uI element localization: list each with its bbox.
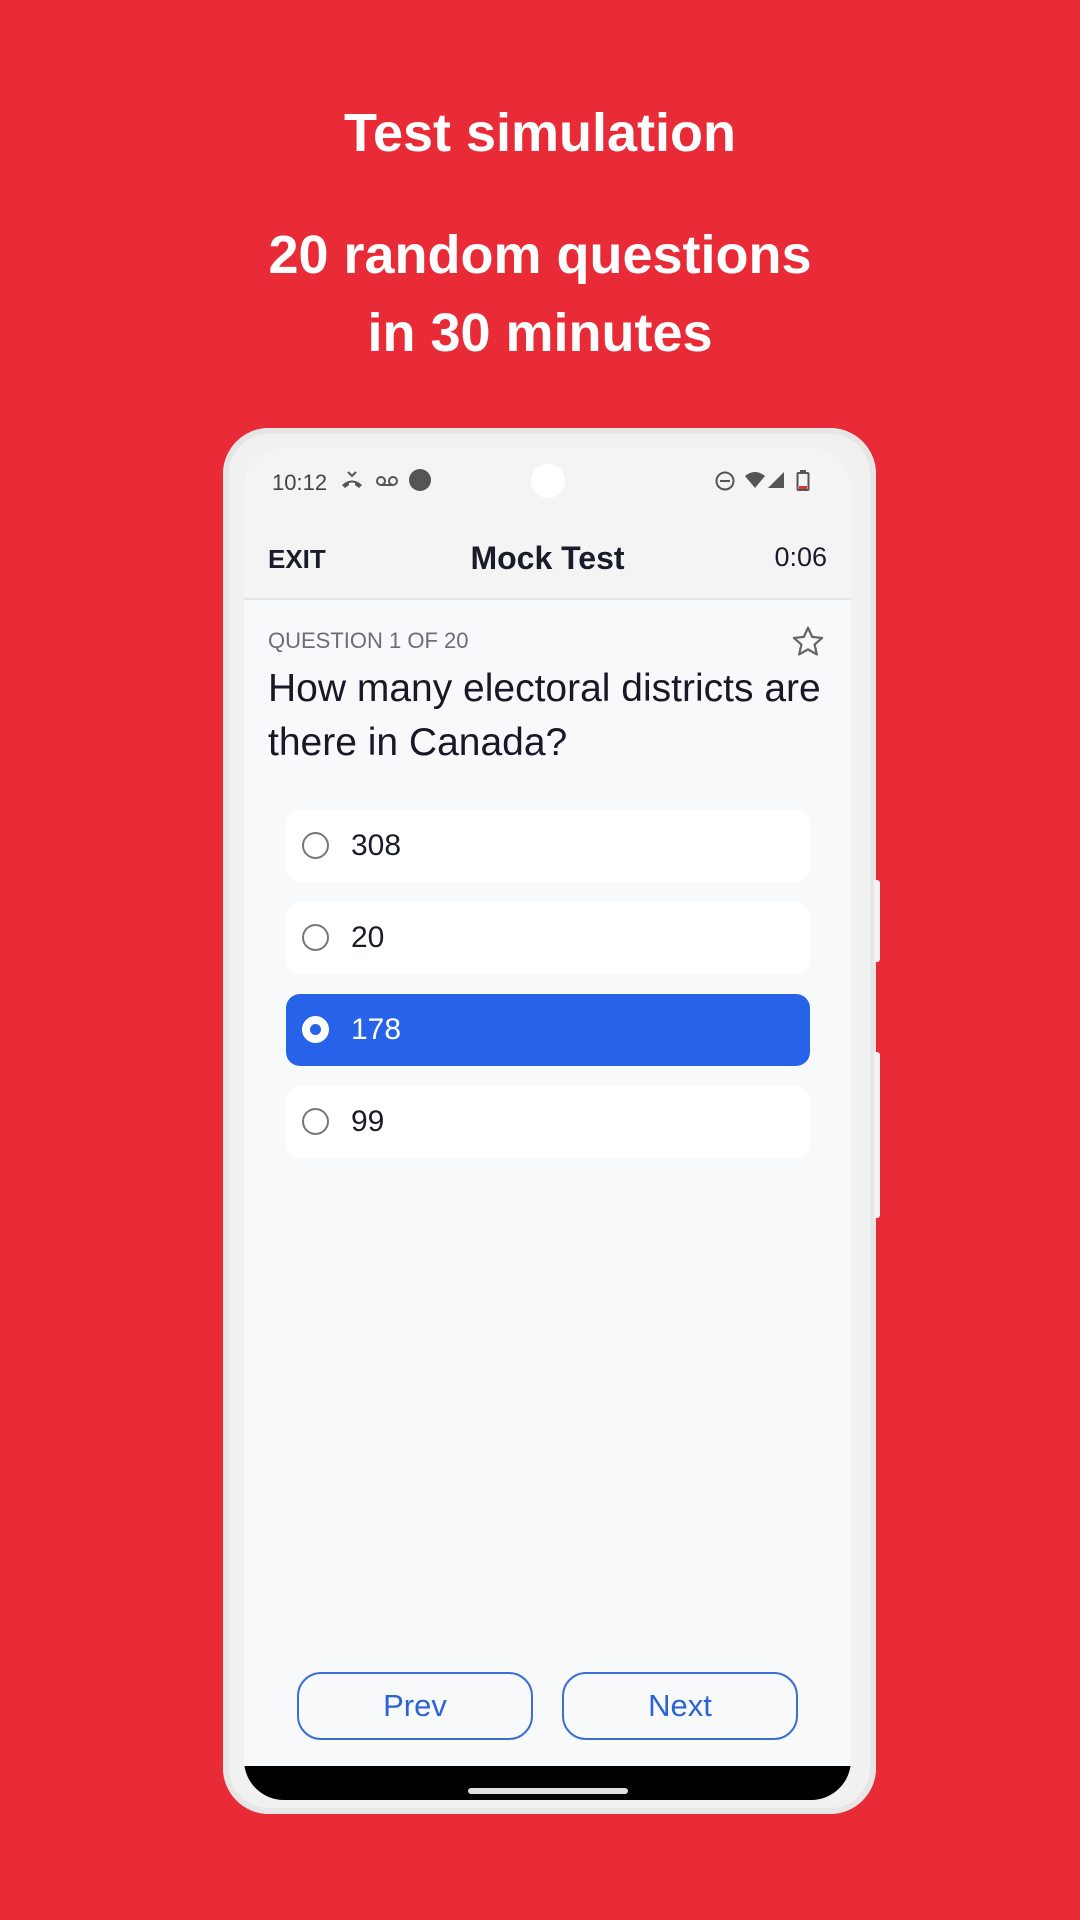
status-time: 10:12 xyxy=(272,470,328,495)
phone-volume-button xyxy=(874,1052,880,1218)
app-bar: EXIT Mock Test 0:06 xyxy=(244,518,851,600)
status-bar: 10:12 xyxy=(244,448,851,518)
signal-icon xyxy=(766,470,786,496)
front-camera xyxy=(531,464,565,498)
phone-side-button xyxy=(874,880,880,962)
radio-button-checked[interactable] xyxy=(302,1016,329,1043)
phone-screen: 10:12 EXIT Mock Test 0:06 QUESTION 1 OF … xyxy=(244,448,851,1800)
answer-label: 178 xyxy=(351,1013,402,1046)
voicemail-icon xyxy=(375,470,399,496)
timer: 0:06 xyxy=(774,542,827,572)
promo-title: Test simulation xyxy=(343,103,737,163)
dnd-icon xyxy=(714,470,736,498)
answer-label: 99 xyxy=(351,1105,385,1138)
promo-subtitle-line2: in 30 minutes xyxy=(367,303,713,363)
radio-button[interactable] xyxy=(302,924,329,951)
promo-subtitle-line1: 20 random questions xyxy=(268,225,812,285)
question-counter: QUESTION 1 OF 20 xyxy=(268,628,469,653)
page-title: Mock Test xyxy=(470,540,625,576)
answer-label: 308 xyxy=(351,829,402,862)
answer-label: 20 xyxy=(351,921,385,954)
home-indicator[interactable] xyxy=(468,1788,628,1794)
battery-icon xyxy=(796,470,810,498)
system-nav-bar xyxy=(244,1766,851,1800)
next-button[interactable]: Next xyxy=(562,1672,798,1740)
radio-button[interactable] xyxy=(302,832,329,859)
star-icon[interactable] xyxy=(790,624,826,660)
radio-button[interactable] xyxy=(302,1108,329,1135)
answer-option-selected[interactable]: 178 xyxy=(286,994,810,1066)
question-text: How many electoral districts are there i… xyxy=(268,667,821,764)
prev-button[interactable]: Prev xyxy=(297,1672,533,1740)
missed-call-icon xyxy=(340,470,364,496)
wifi-icon xyxy=(744,470,766,496)
answer-option[interactable]: 99 xyxy=(286,1086,810,1158)
answer-option[interactable]: 20 xyxy=(286,902,810,974)
notification-dot-icon xyxy=(408,468,432,498)
answer-option[interactable]: 308 xyxy=(286,810,810,882)
promo-subtitle: 20 random questions in 30 minutes xyxy=(0,216,1080,372)
